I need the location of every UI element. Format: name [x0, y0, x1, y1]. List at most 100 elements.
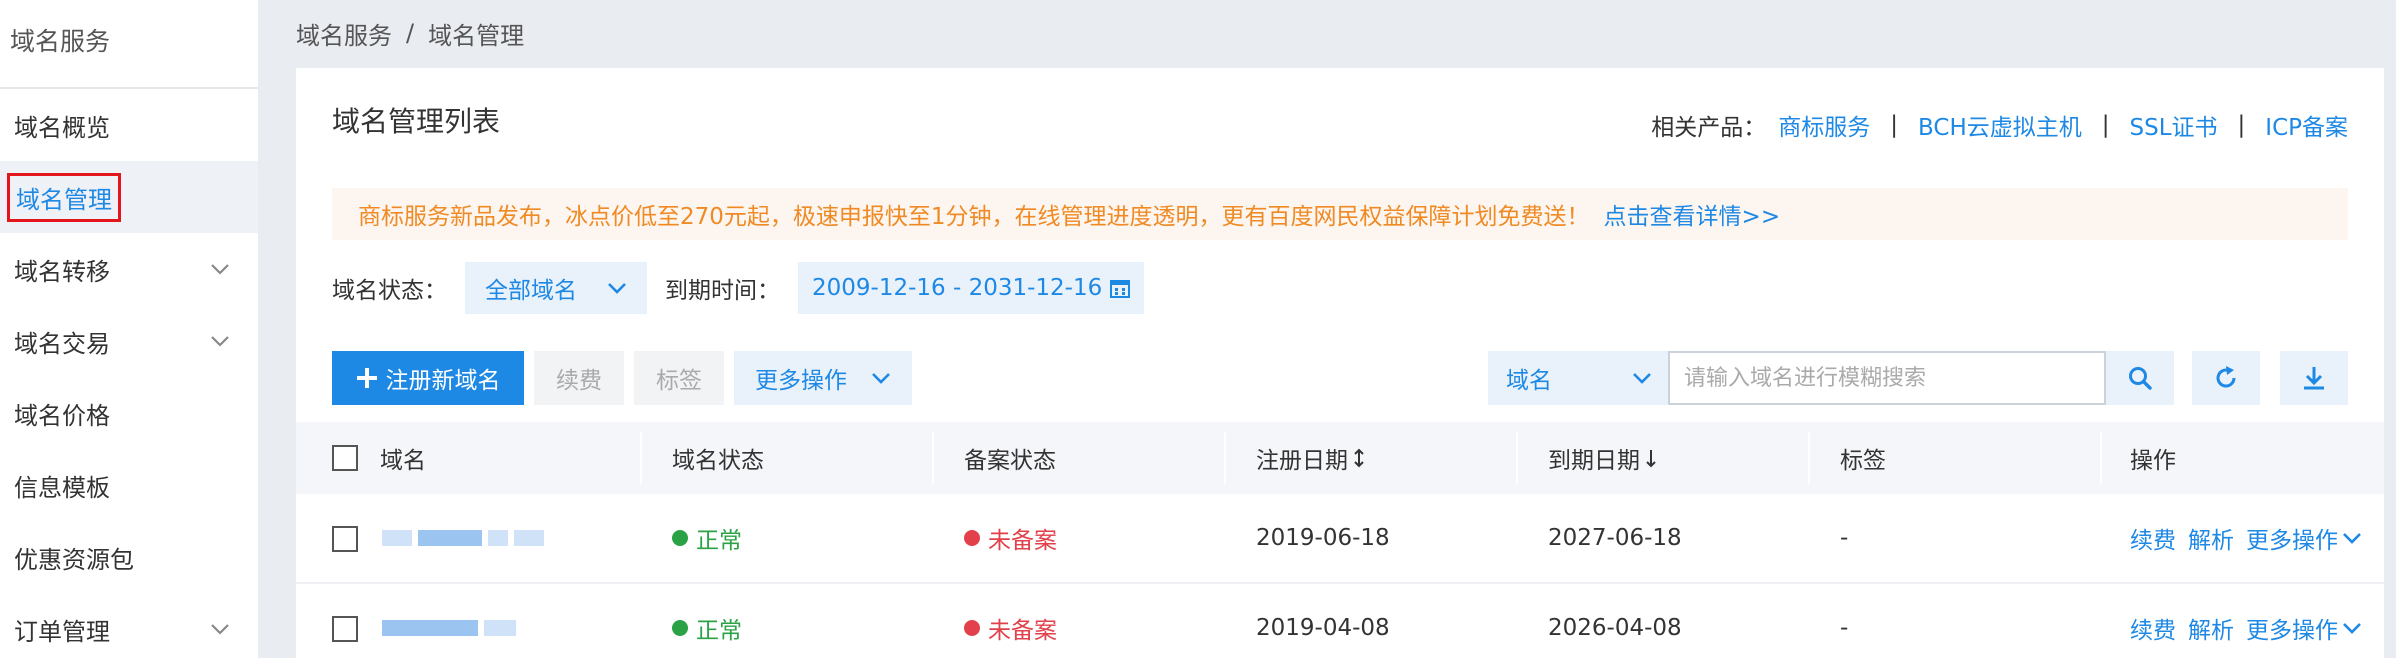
- sort-both-icon: [1354, 448, 1364, 468]
- header-divider: [1224, 432, 1226, 484]
- sidebar-item-template[interactable]: 信息模板: [0, 449, 258, 521]
- table-header: 域名 域名状态 备案状态 注册日期 到期日期 标签 操作: [296, 422, 2384, 494]
- sidebar-item-label: 优惠资源包: [14, 545, 134, 574]
- header-divider: [1808, 432, 1810, 484]
- separator: |: [2237, 112, 2246, 138]
- chevron-down-icon: [872, 373, 890, 384]
- icp-status-text: 未备案: [988, 618, 1057, 644]
- related-link-icp[interactable]: ICP备案: [2265, 108, 2348, 142]
- breadcrumb-current: 域名管理: [428, 21, 525, 50]
- status-dot: [964, 530, 980, 546]
- sidebar-item-label: 域名价格: [14, 401, 110, 430]
- date-range-picker[interactable]: 2009-12-16 - 2031-12-16: [798, 262, 1145, 314]
- domain-table: 域名 域名状态 备案状态 注册日期 到期日期 标签 操作 正常 未备案 2019…: [296, 422, 2384, 658]
- header-divider: [2100, 432, 2102, 484]
- chevron-down-icon: [1633, 373, 1651, 384]
- icp-status-text: 未备案: [988, 528, 1057, 554]
- breadcrumb-root[interactable]: 域名服务: [296, 16, 392, 51]
- breadcrumb: 域名服务 / 域名管理: [296, 16, 524, 50]
- reg-date: 2019-04-08: [1256, 615, 1390, 641]
- header-ops: 操作: [2130, 448, 2176, 474]
- domain-name-redacted[interactable]: [382, 494, 550, 582]
- tag-value: -: [1840, 525, 1849, 551]
- download-button[interactable]: [2280, 351, 2348, 405]
- sidebar-item-label: 信息模板: [14, 473, 110, 502]
- separator: |: [1890, 112, 1899, 138]
- calendar-icon: [1110, 280, 1131, 298]
- toolbar: 注册新域名 续费 标签 更多操作 域名: [332, 351, 2348, 405]
- domain-name-redacted[interactable]: [382, 584, 522, 658]
- more-actions-label: 更多操作: [755, 368, 847, 394]
- status-dot: [672, 530, 688, 546]
- sidebar-item-label: 域名交易: [14, 329, 110, 358]
- page-title: 域名管理列表: [332, 105, 501, 138]
- redacted-block: [418, 530, 482, 546]
- tag-button[interactable]: 标签: [634, 351, 724, 405]
- related-link-bch[interactable]: BCH云虚拟主机: [1918, 108, 2082, 142]
- related-products: 相关产品： 商标服务 | BCH云虚拟主机 | SSL证书 | ICP备案: [1651, 108, 2348, 142]
- sort-down-icon: [1646, 450, 1656, 468]
- domain-status-text: 正常: [696, 618, 742, 644]
- select-all-checkbox[interactable]: [332, 445, 358, 471]
- related-products-label: 相关产品：: [1651, 115, 1767, 141]
- more-ops-link[interactable]: 更多操作: [2246, 611, 2362, 645]
- register-domain-button[interactable]: 注册新域名: [332, 351, 524, 405]
- status-dot: [672, 620, 688, 636]
- sidebar-item-label: 域名转移: [14, 257, 110, 286]
- sidebar: 域名服务 域名概览 域名管理 域名转移 域名交易 域名价格 信息模板 优惠资源包…: [0, 0, 258, 658]
- row-checkbox[interactable]: [332, 616, 358, 642]
- renew-link[interactable]: 续费: [2130, 521, 2176, 555]
- header-reg-date[interactable]: 注册日期: [1256, 422, 1366, 494]
- header-status: 域名状态: [672, 448, 764, 474]
- separator: |: [2101, 112, 2110, 138]
- redacted-block: [514, 530, 544, 546]
- header-divider: [932, 432, 934, 484]
- renew-link[interactable]: 续费: [2130, 611, 2176, 645]
- breadcrumb-separator: /: [406, 19, 415, 47]
- sidebar-item-label: 域名管理: [7, 172, 121, 222]
- sidebar-item-price[interactable]: 域名价格: [0, 377, 258, 449]
- sidebar-item-orders[interactable]: 订单管理: [0, 593, 258, 658]
- more-actions-button[interactable]: 更多操作: [734, 351, 912, 405]
- dns-link[interactable]: 解析: [2188, 521, 2234, 555]
- dns-link[interactable]: 解析: [2188, 611, 2234, 645]
- more-ops-link[interactable]: 更多操作: [2246, 521, 2362, 555]
- sidebar-item-trade[interactable]: 域名交易: [0, 305, 258, 377]
- table-row: 正常 未备案 2019-06-18 2027-06-18 - 续费 解析 更多操…: [296, 494, 2384, 584]
- related-link-trademark[interactable]: 商标服务: [1778, 108, 1870, 142]
- row-checkbox[interactable]: [332, 526, 358, 552]
- search-button[interactable]: [2106, 351, 2174, 405]
- chevron-down-icon: [208, 257, 232, 281]
- status-dot: [964, 620, 980, 636]
- download-icon: [2304, 367, 2324, 390]
- notice-detail-link[interactable]: 点击查看详情>>: [1604, 197, 1781, 231]
- sidebar-item-overview[interactable]: 域名概览: [0, 89, 258, 161]
- header-reg-date-label: 注册日期: [1256, 448, 1348, 474]
- related-link-ssl[interactable]: SSL证书: [2130, 108, 2218, 142]
- chevron-down-icon: [2343, 623, 2361, 634]
- header-tag: 标签: [1840, 448, 1886, 474]
- status-filter-select[interactable]: 全部域名: [465, 262, 647, 314]
- plus-icon: [356, 368, 377, 388]
- redacted-block: [382, 620, 478, 636]
- promo-notice: 商标服务新品发布，冰点价低至270元起，极速申报快至1分钟，在线管理进度透明，更…: [332, 188, 2348, 240]
- notice-text: 商标服务新品发布，冰点价低至270元起，极速申报快至1分钟，在线管理进度透明，更…: [358, 204, 1590, 230]
- header-exp-date[interactable]: 到期日期: [1548, 422, 1658, 494]
- redacted-block: [382, 530, 412, 546]
- status-filter-label: 域名状态：: [332, 278, 447, 304]
- search-input[interactable]: [1668, 351, 2106, 405]
- renew-button[interactable]: 续费: [534, 351, 624, 405]
- search-type-select[interactable]: 域名: [1488, 351, 1668, 405]
- row-ops: 续费 解析 更多操作: [2130, 494, 2362, 582]
- sidebar-item-transfer[interactable]: 域名转移: [0, 233, 258, 305]
- refresh-button[interactable]: [2192, 351, 2260, 405]
- date-range-value: 2009-12-16 - 2031-12-16: [812, 275, 1103, 301]
- header-icp: 备案状态: [964, 448, 1056, 474]
- redacted-block: [484, 620, 516, 636]
- chevron-down-icon: [208, 617, 232, 641]
- sidebar-item-domain-management[interactable]: 域名管理: [0, 161, 258, 233]
- register-domain-label: 注册新域名: [385, 368, 501, 394]
- expiry-filter-label: 到期时间：: [665, 278, 780, 304]
- chevron-down-icon: [208, 329, 232, 353]
- sidebar-item-packages[interactable]: 优惠资源包: [0, 521, 258, 593]
